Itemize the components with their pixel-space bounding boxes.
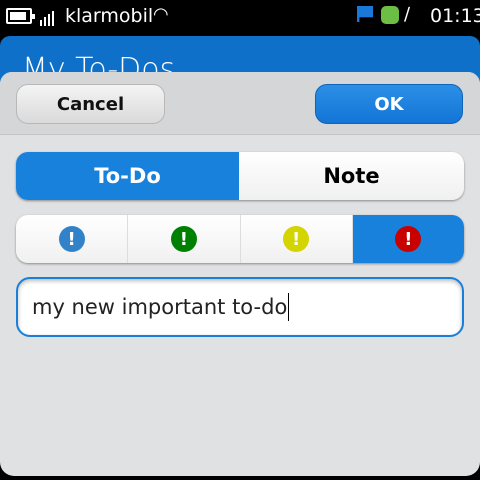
priority-normal-icon: !	[170, 226, 197, 252]
type-selector: To-Do Note	[16, 152, 464, 200]
priority-high-icon: !	[395, 226, 422, 252]
todo-text-input[interactable]: my new important to-do	[16, 277, 464, 337]
new-item-dialog: Cancel OK To-Do Note ! ! ! ! my new impo…	[0, 72, 480, 476]
battery-icon	[6, 8, 35, 24]
muted-icon: ∕	[404, 4, 411, 25]
priority-low-icon: !	[58, 226, 85, 252]
wifi-icon: ◠	[153, 4, 169, 25]
status-bar: klarmobil ◠ ∕ 01:13	[0, 0, 480, 36]
priority-medium[interactable]: !	[240, 215, 353, 263]
carrier-name: klarmobil	[65, 5, 154, 27]
flag-icon	[357, 6, 373, 22]
clock: 01:13	[430, 5, 480, 27]
dialog-toolbar: Cancel OK	[0, 72, 480, 135]
green-status-icon	[381, 6, 399, 24]
priority-low[interactable]: !	[16, 215, 129, 263]
type-option-todo[interactable]: To-Do	[16, 152, 239, 200]
priority-normal[interactable]: !	[128, 215, 241, 263]
cancel-button[interactable]: Cancel	[16, 84, 165, 124]
priority-selector: ! ! ! !	[16, 215, 464, 263]
signal-icon	[40, 10, 54, 26]
priority-medium-icon: !	[283, 226, 310, 252]
ok-button[interactable]: OK	[315, 84, 463, 124]
text-cursor	[288, 293, 290, 321]
priority-high[interactable]: !	[352, 215, 464, 263]
type-option-note[interactable]: Note	[239, 152, 464, 200]
todo-text-value: my new important to-do	[32, 295, 288, 319]
